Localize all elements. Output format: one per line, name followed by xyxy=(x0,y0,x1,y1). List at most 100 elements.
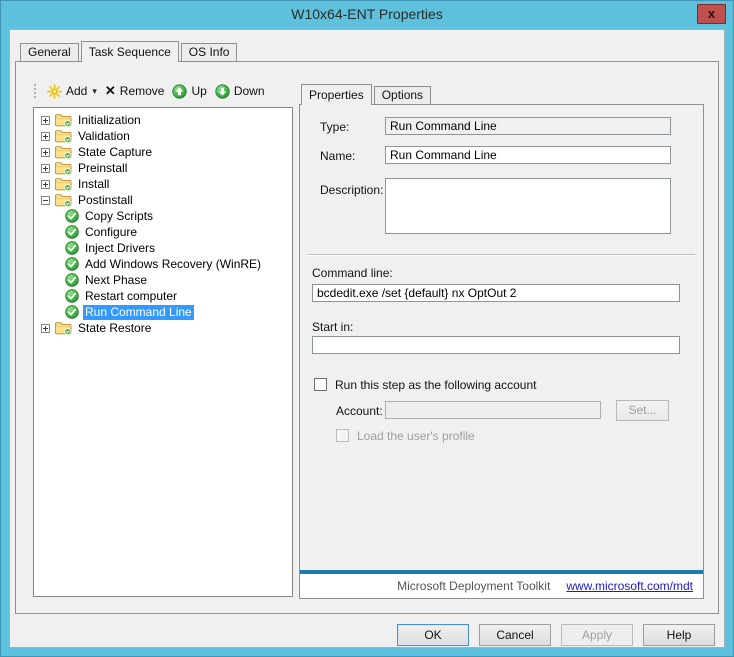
folder-icon xyxy=(55,193,72,207)
tab-general[interactable]: General xyxy=(20,43,79,61)
tab-properties[interactable]: Properties xyxy=(301,84,372,105)
tree-item-initialization[interactable]: Initialization xyxy=(34,112,292,128)
step-check-icon xyxy=(65,273,79,287)
tree-item-validation[interactable]: Validation xyxy=(34,128,292,144)
mdt-footer: Microsoft Deployment Toolkit www.microso… xyxy=(300,570,703,598)
tab-task-sequence[interactable]: Task Sequence xyxy=(81,41,179,62)
type-label: Type: xyxy=(320,120,349,134)
start-in-field[interactable] xyxy=(312,336,680,354)
name-field[interactable] xyxy=(385,146,671,164)
tree-item-label: Inject Drivers xyxy=(83,241,157,256)
tree-item-label: Postinstall xyxy=(76,193,135,208)
start-in-label: Start in: xyxy=(312,320,353,334)
cancel-button[interactable]: Cancel xyxy=(479,624,551,646)
properties-dialog: W10x64-ENT Properties x General Task Seq… xyxy=(0,0,734,657)
main-tab-strip: General Task Sequence OS Info xyxy=(20,41,724,61)
tree-item-install[interactable]: Install xyxy=(34,176,292,192)
tree-item-label: Copy Scripts xyxy=(83,209,155,224)
tree-item-label: Configure xyxy=(83,225,139,240)
expand-toggle-icon[interactable] xyxy=(41,132,50,141)
expand-toggle-icon[interactable] xyxy=(41,116,50,125)
section-separator xyxy=(308,254,695,256)
step-check-icon xyxy=(65,305,79,319)
toolbar-grip-handle[interactable] xyxy=(33,83,37,99)
tree-item-inject-drivers[interactable]: Inject Drivers xyxy=(34,240,292,256)
add-dropdown-caret-icon[interactable]: ▾ xyxy=(92,86,97,97)
ok-button[interactable]: OK xyxy=(397,624,469,646)
folder-icon xyxy=(55,177,72,191)
add-button[interactable]: Add ▾ xyxy=(43,82,101,101)
folder-icon xyxy=(55,113,72,127)
tree-toolbar: Add ▾ ✕ Remove Up xyxy=(33,80,293,102)
tree-item-label: Add Windows Recovery (WinRE) xyxy=(83,257,263,272)
add-starburst-icon xyxy=(47,84,62,99)
description-field[interactable] xyxy=(385,178,671,234)
folder-icon xyxy=(55,161,72,175)
folder-icon xyxy=(55,145,72,159)
task-sequence-page: Add ▾ ✕ Remove Up xyxy=(15,61,719,614)
tab-options[interactable]: Options xyxy=(374,86,431,104)
account-field xyxy=(385,401,601,419)
tree-item-restart-computer[interactable]: Restart computer xyxy=(34,288,292,304)
load-profile-checkbox xyxy=(336,429,349,442)
folder-icon xyxy=(55,129,72,143)
down-button-label: Down xyxy=(234,84,265,98)
tree-item-state-capture[interactable]: State Capture xyxy=(34,144,292,160)
up-button-label: Up xyxy=(191,84,206,98)
move-down-button[interactable]: Down xyxy=(211,82,269,101)
tree-item-label: Preinstall xyxy=(76,161,129,176)
folder-icon xyxy=(55,321,72,335)
close-icon: x xyxy=(708,6,715,21)
tree-item-postinstall[interactable]: Postinstall xyxy=(34,192,292,208)
tree-item-state-restore[interactable]: State Restore xyxy=(34,320,292,336)
tree-item-configure[interactable]: Configure xyxy=(34,224,292,240)
mdt-footer-text: Microsoft Deployment Toolkit xyxy=(397,579,550,593)
move-up-button[interactable]: Up xyxy=(168,82,210,101)
step-properties-panel: Properties Options Type: Name: Descripti… xyxy=(299,84,704,599)
task-sequence-tree[interactable]: InitializationValidationState CapturePre… xyxy=(33,107,293,597)
expand-toggle-icon[interactable] xyxy=(41,180,50,189)
dialog-button-row: OK Cancel Apply Help xyxy=(10,624,715,646)
tree-item-preinstall[interactable]: Preinstall xyxy=(34,160,292,176)
step-check-icon xyxy=(65,289,79,303)
remove-button[interactable]: ✕ Remove xyxy=(101,81,169,101)
tree-item-label: State Capture xyxy=(76,145,154,160)
titlebar[interactable]: W10x64-ENT Properties x xyxy=(1,1,733,29)
command-line-field[interactable] xyxy=(312,284,680,302)
apply-button: Apply xyxy=(561,624,633,646)
mdt-link[interactable]: www.microsoft.com/mdt xyxy=(566,579,693,593)
dialog-body: General Task Sequence OS Info Add xyxy=(9,29,725,648)
tree-item-next-phase[interactable]: Next Phase xyxy=(34,272,292,288)
close-button[interactable]: x xyxy=(697,4,726,24)
expand-toggle-icon[interactable] xyxy=(41,148,50,157)
tree-item-label: Restart computer xyxy=(83,289,179,304)
expand-toggle-icon[interactable] xyxy=(41,324,50,333)
add-button-label: Add xyxy=(66,84,87,98)
set-account-button: Set... xyxy=(616,400,669,421)
step-check-icon xyxy=(65,257,79,271)
tree-item-label: Next Phase xyxy=(83,273,149,288)
properties-tab-page: Type: Name: Description: Command line: S… xyxy=(299,104,704,599)
collapse-toggle-icon[interactable] xyxy=(41,196,50,205)
tree-item-label: Initialization xyxy=(76,113,143,128)
account-label: Account: xyxy=(336,404,383,418)
remove-x-icon: ✕ xyxy=(105,83,116,99)
tree-item-label: Validation xyxy=(76,129,132,144)
description-label: Description: xyxy=(320,183,383,197)
tree-item-label: Run Command Line xyxy=(83,305,194,320)
expand-toggle-icon[interactable] xyxy=(41,164,50,173)
command-line-label: Command line: xyxy=(312,266,393,280)
type-field xyxy=(385,117,671,135)
tree-item-run-command-line[interactable]: Run Command Line xyxy=(34,304,292,320)
tab-os-info[interactable]: OS Info xyxy=(181,43,238,61)
step-check-icon xyxy=(65,241,79,255)
tree-item-label: Install xyxy=(76,177,111,192)
run-as-account-checkbox[interactable] xyxy=(314,378,327,391)
help-button[interactable]: Help xyxy=(643,624,715,646)
tree-item-add-windows-recovery-winre[interactable]: Add Windows Recovery (WinRE) xyxy=(34,256,292,272)
up-arrow-icon xyxy=(172,84,187,99)
run-as-account-label: Run this step as the following account xyxy=(335,378,536,392)
tree-item-copy-scripts[interactable]: Copy Scripts xyxy=(34,208,292,224)
step-check-icon xyxy=(65,225,79,239)
load-profile-label: Load the user's profile xyxy=(357,429,475,443)
